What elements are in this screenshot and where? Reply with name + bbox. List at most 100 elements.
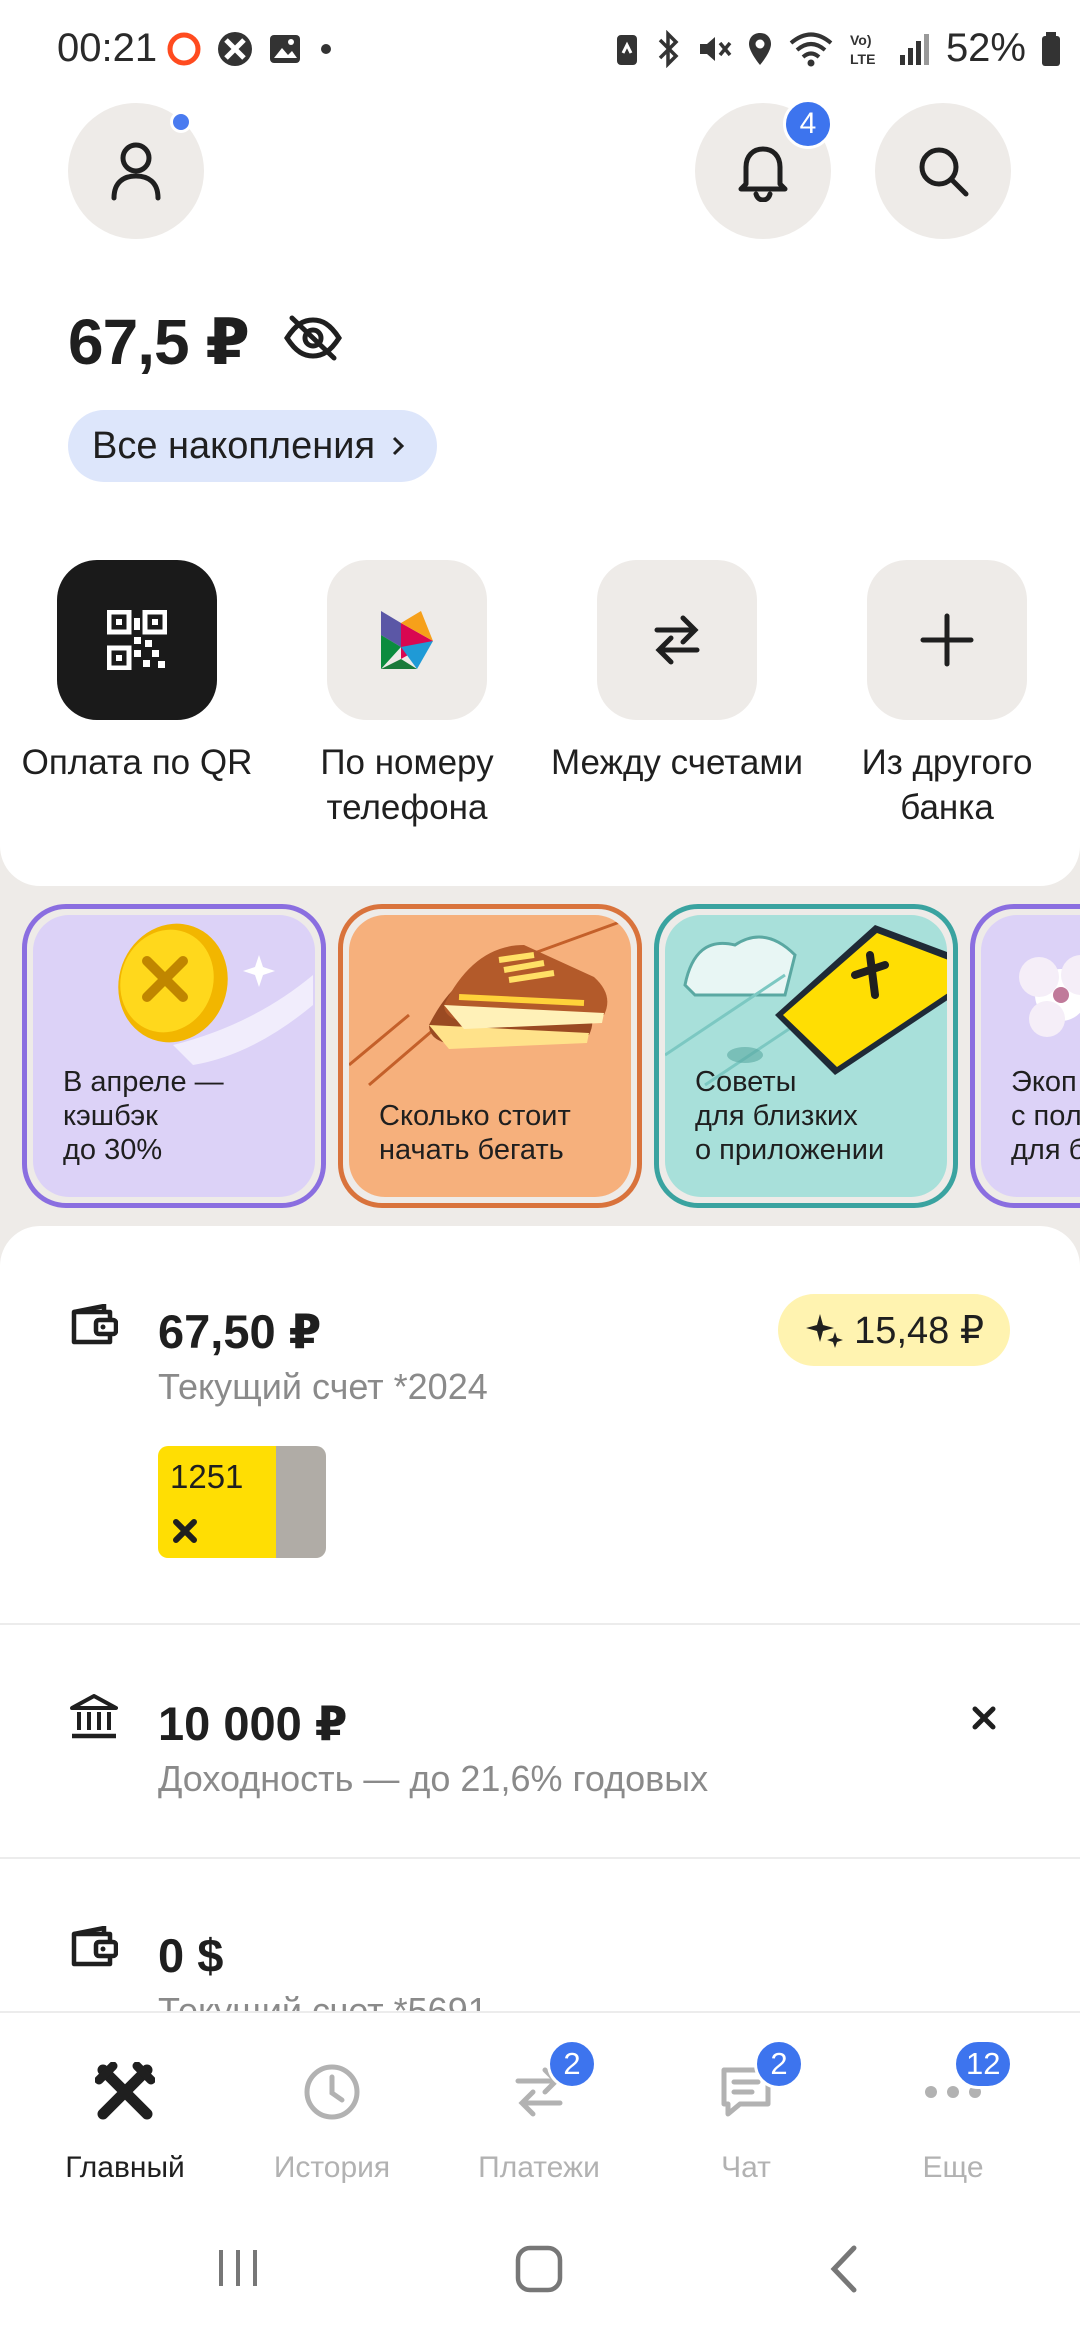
story-text-cashback: В апреле — кэшбэк до 30% — [63, 1066, 224, 1166]
bank-card-pattern — [276, 1446, 326, 1558]
nav-payments-icon-wrap: 2 — [439, 2039, 639, 2133]
nav-home-icon-wrap — [25, 2051, 225, 2133]
usd-subtitle: Текущий счет *5691 — [158, 1990, 488, 2011]
between-accounts-button[interactable] — [597, 560, 757, 720]
profile-icon — [111, 142, 161, 201]
from-other-bank-button[interactable] — [867, 560, 1027, 720]
nav-label-chat: Чат — [721, 2151, 771, 2184]
bank-building-icon — [70, 1694, 118, 1739]
between-accounts-label: Между счетами — [550, 743, 804, 782]
opera-icon — [167, 32, 201, 66]
savings-amount: 10 000 ₽ — [158, 1697, 348, 1750]
account-amount: 67,50 ₽ — [158, 1305, 322, 1358]
hide-balance-eye-icon[interactable] — [282, 314, 344, 362]
bank-card-face: 1251 — [158, 1446, 276, 1558]
transfer-arrows-icon — [654, 615, 700, 665]
story-card-cashback[interactable]: В апреле — кэшбэк до 30% — [22, 904, 326, 1208]
wallet-icon — [71, 1926, 118, 1967]
chevron-right-icon — [392, 436, 405, 456]
nav-label-history: История — [273, 2151, 391, 2184]
recent-apps-icon[interactable] — [215, 2246, 261, 2290]
story-card-cashback-inner: В апреле — кэшбэк до 30% — [33, 915, 315, 1197]
qr-pay-label: Оплата по QR — [21, 743, 253, 782]
usd-amount: 0 $ — [158, 1929, 224, 1982]
cashback-badge[interactable]: 15,48 ₽ — [778, 1294, 1010, 1366]
svg-text:Vo): Vo) — [850, 32, 872, 48]
phone-transfer-button[interactable] — [327, 560, 487, 720]
signal-icon — [899, 33, 929, 65]
bank-card-thumbnail[interactable]: 1251 — [158, 1446, 326, 1558]
all-savings-label: Все накопления — [92, 424, 376, 467]
gold-coin-illustration — [118, 923, 313, 1065]
card-last4: 1251 — [170, 1458, 244, 1495]
story-card-running[interactable]: Сколько стоит начать бегать — [338, 904, 642, 1208]
nav-tab-chat[interactable]: 2 Чат — [646, 2039, 846, 2185]
image-icon — [270, 35, 300, 63]
nav-tab-home[interactable]: Главный — [25, 2051, 225, 2185]
account-subtitle: Текущий счет *2024 — [158, 1366, 488, 1407]
chat-badge: 2 — [754, 2039, 804, 2089]
search-button[interactable] — [875, 103, 1011, 239]
qr-icon — [107, 610, 167, 670]
dot-icon — [321, 44, 331, 54]
svg-text:LTE: LTE — [850, 51, 875, 67]
plus-icon — [920, 613, 974, 667]
battery-percent: 52% — [945, 26, 1026, 70]
total-balance: 67,5 ₽ — [68, 306, 250, 378]
sbp-icon — [381, 611, 433, 669]
nav-tab-more[interactable]: 12 Еще — [853, 2039, 1053, 2185]
location-icon — [748, 32, 771, 65]
cashback-amount: 15,48 ₽ — [854, 1309, 984, 1352]
bluetooth-icon — [658, 29, 679, 68]
profile-button[interactable] — [68, 103, 204, 239]
nav-chat-icon-wrap: 2 — [646, 2039, 846, 2133]
more-badge: 12 — [953, 2039, 1014, 2089]
x-app-icon — [218, 32, 252, 66]
payments-badge: 2 — [547, 2039, 597, 2089]
balance-card: 4 67,5 ₽ Все накопления Оплата по QR По … — [0, 99, 1080, 886]
nav-history-icon-wrap — [232, 2051, 432, 2133]
sneakers-illustration — [349, 916, 631, 1087]
story-card-tips[interactable]: Советы для близких о приложении — [654, 904, 958, 1208]
nav-tab-history[interactable]: История — [232, 2051, 432, 2185]
divider — [0, 1623, 1080, 1625]
status-bar: 00:21 Vo) LTE 52% — [0, 0, 1080, 100]
bank-logo-icon — [173, 1519, 197, 1543]
back-icon[interactable] — [826, 2244, 860, 2294]
status-notification-icons — [166, 30, 336, 68]
volte-icon: Vo) LTE — [850, 32, 875, 67]
nav-label-more: Еще — [922, 2151, 984, 2184]
notifications-button[interactable]: 4 — [695, 99, 833, 239]
notifications-count-badge: 4 — [783, 99, 833, 149]
story-text-tips: Советы для близких о приложении — [695, 1066, 885, 1166]
stories-carousel[interactable]: В апреле — кэшбэк до 30% Сколько стоит н… — [0, 886, 1080, 1226]
qr-pay-button[interactable] — [57, 560, 217, 720]
status-time: 00:21 — [57, 26, 158, 70]
all-savings-button[interactable]: Все накопления — [68, 410, 438, 482]
story-card-running-inner: Сколько стоит начать бегать — [349, 915, 631, 1197]
clock-icon — [304, 2064, 360, 2120]
divider — [0, 1857, 1080, 1859]
bell-icon — [738, 146, 788, 202]
nav-label-home: Главный — [65, 2151, 185, 2184]
story-card-eco-inner: Экоп с пол для б — [981, 915, 1080, 1197]
battery-icon — [1042, 31, 1060, 66]
nav-more-icon-wrap: 12 — [853, 2039, 1053, 2133]
story-card-eco[interactable]: Экоп с пол для б — [970, 904, 1080, 1208]
bottom-navigation: Главный История 2 Платежи 2 Чат 12 Еще — [0, 2011, 1080, 2196]
search-icon — [919, 147, 969, 197]
bank-logo-icon — [972, 1706, 996, 1730]
battery-saver-icon — [616, 34, 637, 65]
wallet-icon — [71, 1304, 118, 1345]
accounts-list: 67,50 ₽ Текущий счет *2024 15,48 ₽ 1251 … — [0, 1226, 1080, 2011]
system-navigation-bar — [0, 2196, 1080, 2340]
nav-tab-payments[interactable]: 2 Платежи — [439, 2039, 639, 2185]
home-icon[interactable] — [514, 2244, 564, 2294]
from-other-bank-label: Из другого банка — [861, 743, 1033, 827]
phone-transfer-label: По номеру телефона — [320, 743, 494, 827]
mute-icon — [699, 36, 732, 61]
home-logo-icon — [95, 2062, 155, 2120]
flower-illustration — [1019, 955, 1080, 1037]
status-system-icons: Vo) LTE 52% — [614, 26, 1062, 71]
sparkle-icon — [806, 1314, 844, 1348]
